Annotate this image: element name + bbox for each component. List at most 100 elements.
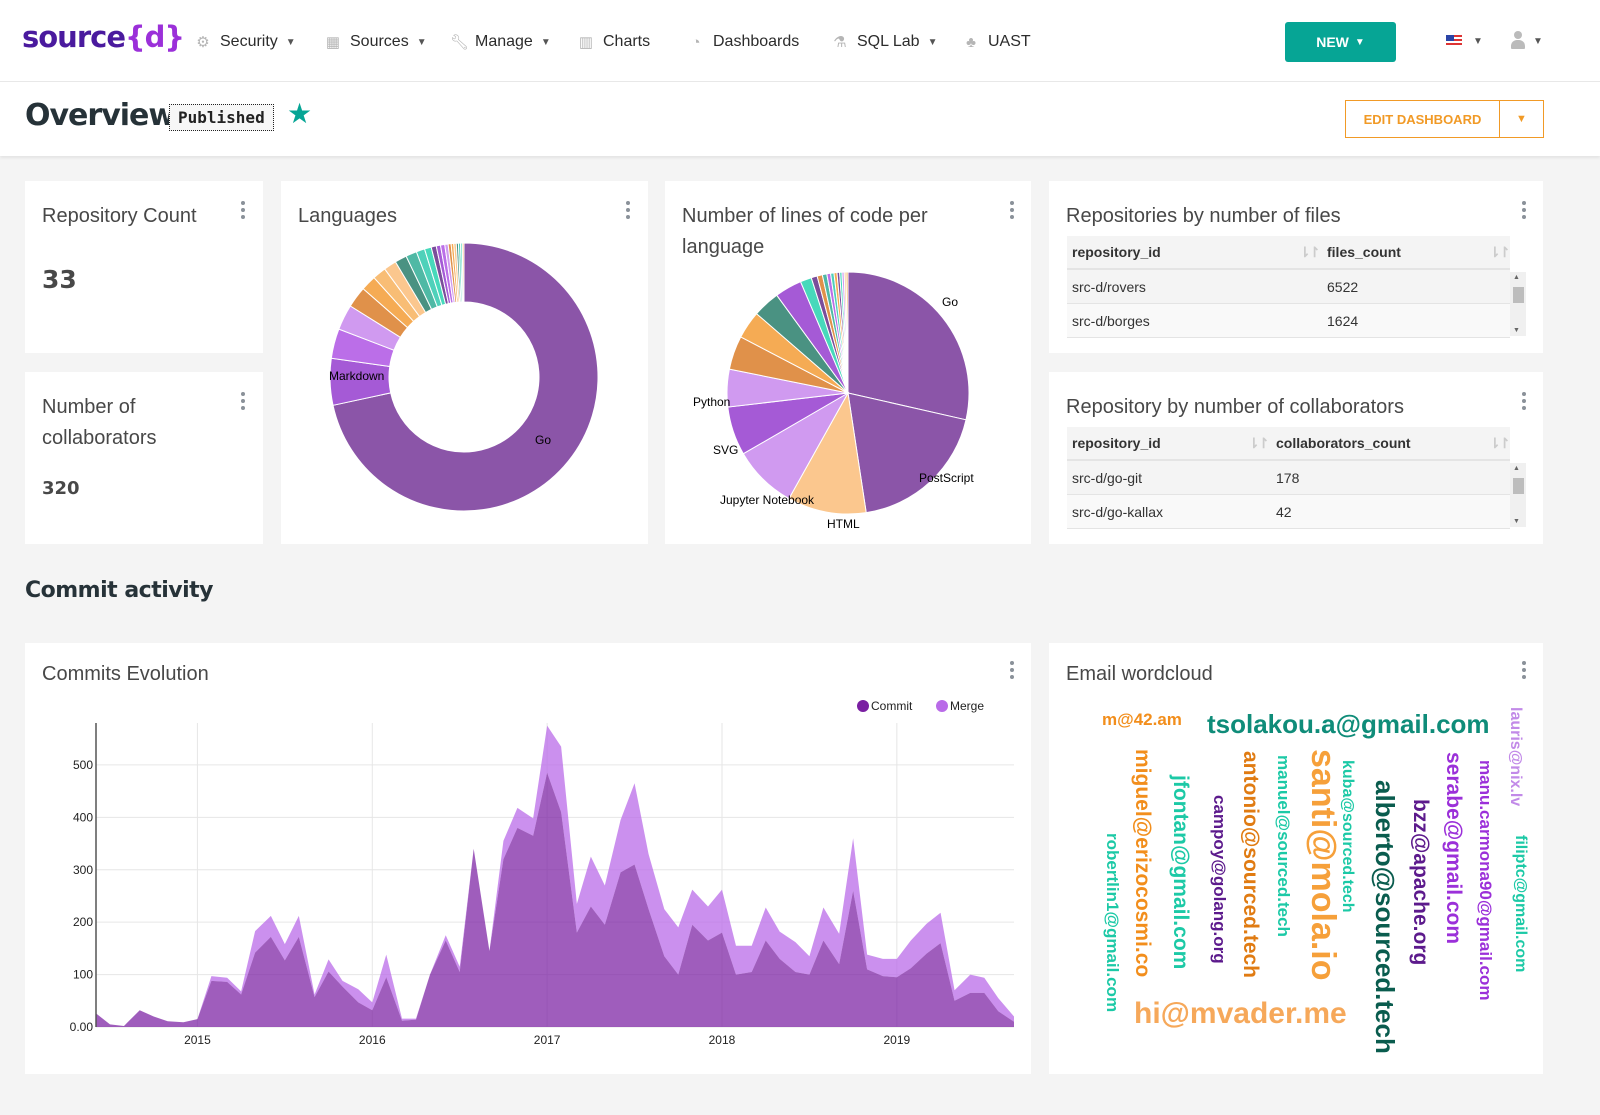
cell-collaborators-count: 42 [1276, 503, 1292, 520]
repos-by-collaborators-card: Repository by number of collaborators re… [1049, 372, 1543, 544]
sort-icon[interactable]: ⇂↾ [1489, 244, 1511, 261]
scroll-up-icon[interactable]: ▲ [1513, 274, 1520, 281]
column-header-files-count[interactable]: files_count [1322, 244, 1510, 260]
new-button-label: NEW [1316, 34, 1349, 50]
cell-repository-id: src-d/rovers [1072, 278, 1146, 295]
card-title: Number of collaborators [42, 392, 157, 454]
sort-icon[interactable]: ⇂↾ [1299, 244, 1321, 261]
nav-manage[interactable]: 🔧︎ Manage ▼ [450, 30, 551, 54]
repos-by-collaborators-table: repository_id ⇂↾ collaborators_count ⇂↾ … [1067, 427, 1511, 529]
wordcloud-word: m@42.am [1102, 710, 1182, 729]
nav-sources[interactable]: ▦ Sources ▼ [325, 30, 427, 54]
wrench-icon: 🔧︎ [450, 34, 470, 51]
table-body: src-d/rovers 6522 src-d/borges 1624 [1067, 270, 1510, 338]
nav-security[interactable]: ⚙ Security ▼ [195, 30, 295, 54]
email-wordcloud: m@42.am tsolakou.a@gmail.com lauris@nix.lv… [1049, 643, 1543, 1074]
collaborators-value: 320 [42, 478, 80, 499]
table-scrollbar[interactable]: ▲ ▼ [1510, 272, 1526, 336]
sort-icon[interactable]: ⇂↾ [1248, 435, 1270, 452]
slice-label-svg: SVG [713, 443, 738, 457]
kebab-menu-icon[interactable] [1519, 201, 1529, 221]
nav-uast-label: UAST [988, 33, 1031, 50]
card-title-line2: collaborators [42, 427, 157, 449]
y-tick-label: 400 [73, 810, 93, 824]
cell-repository-id: src-d/borges [1072, 312, 1150, 329]
dashboard-icon: ◔ [691, 33, 701, 51]
lines-of-code-pie-chart: Go PostScript HTML Jupyter Notebook SVG Pytho… [693, 271, 974, 531]
table-row: src-d/go-git 178 [1067, 461, 1510, 495]
kebab-menu-icon[interactable] [1519, 392, 1529, 412]
column-header-repository-id[interactable]: repository_id [1067, 435, 1271, 451]
scrollbar-thumb[interactable] [1513, 287, 1524, 303]
scroll-down-icon[interactable]: ▼ [1513, 327, 1520, 334]
table-icon: ▦ [325, 34, 341, 51]
scroll-down-icon[interactable]: ▼ [1513, 518, 1520, 525]
scrollbar-thumb[interactable] [1513, 478, 1524, 494]
gears-icon: ⚙ [196, 34, 210, 51]
table-row: src-d/rovers 6522 [1067, 270, 1510, 304]
wordcloud-word: alberto@sourced.tech [1370, 780, 1400, 1054]
wordcloud-word: manu.carmona90@gmail.com [1476, 760, 1495, 1001]
column-header-repository-id[interactable]: repository_id [1067, 244, 1322, 260]
chevron-down-icon: ▼ [540, 36, 551, 48]
legend-label-merge[interactable]: Merge [950, 699, 984, 713]
slice-label-postscript: PostScript [919, 471, 974, 485]
chevron-down-icon: ▼ [1516, 113, 1527, 125]
column-header-collaborators-count[interactable]: collaborators_count [1271, 435, 1510, 451]
card-title: Repository Count [42, 205, 197, 227]
cell-files-count: 1624 [1327, 312, 1359, 329]
y-tick-label: 0.00 [70, 1020, 94, 1034]
edit-dashboard-button[interactable]: EDIT DASHBOARD [1345, 100, 1500, 138]
slice-label-jupyter-notebook: Jupyter Notebook [720, 493, 815, 507]
user-chevron-down-icon[interactable]: ▼ [1533, 36, 1543, 47]
nav-uast[interactable]: ♣ UAST [963, 30, 1031, 54]
logo-brace-letter: d [144, 20, 166, 54]
wordcloud-word: kuba@sourced.tech [1339, 760, 1356, 913]
nav-sources-label: Sources [350, 33, 409, 50]
x-tick-label: 2016 [359, 1033, 386, 1047]
email-wordcloud-card: Email wordcloud m@42.am tsolakou.a@gmail.… [1049, 643, 1543, 1074]
x-tick-label: 2017 [534, 1033, 561, 1047]
wordcloud-word: santi@mola.io [1304, 749, 1342, 981]
cell-collaborators-count: 178 [1276, 469, 1300, 486]
legend-label-commit[interactable]: Commit [871, 699, 913, 713]
x-tick-label: 2018 [709, 1033, 736, 1047]
card-title: Repository by number of collaborators [1066, 396, 1404, 418]
legend-marker-merge[interactable] [936, 700, 948, 712]
wordcloud-word: antonio@sourced.tech [1239, 751, 1262, 979]
favorite-star-icon[interactable]: ★ [287, 100, 312, 128]
wordcloud-word: serabe@gmail.com [1442, 752, 1465, 945]
kebab-menu-icon[interactable] [238, 201, 248, 221]
slice-label-python: Python [693, 395, 730, 409]
nav-charts[interactable]: ▥ Charts [578, 30, 650, 54]
table-scrollbar[interactable]: ▲ ▼ [1510, 463, 1526, 527]
status-badge[interactable]: Published [169, 104, 274, 131]
repos-by-files-table: repository_id ⇂↾ files_count ⇂↾ src-d/ro… [1067, 236, 1511, 338]
page-title: Overview [25, 98, 176, 133]
nav-manage-label: Manage [475, 33, 533, 50]
language-chevron-down-icon[interactable]: ▼ [1473, 36, 1483, 47]
wordcloud-word: bzz@apache.org [1409, 799, 1432, 966]
logo[interactable]: source{d} [22, 20, 185, 54]
us-flag-icon[interactable] [1446, 35, 1462, 47]
edit-dashboard-dropdown-button[interactable]: ▼ [1499, 100, 1544, 138]
pie-slice[interactable] [461, 242, 465, 303]
user-icon[interactable] [1511, 31, 1525, 49]
kebab-menu-icon[interactable] [238, 392, 248, 412]
languages-donut-chart: Go Markdown [329, 242, 599, 512]
card-title-line1: Number of [42, 396, 136, 418]
area-commit[interactable] [96, 772, 1014, 1027]
table-header: repository_id ⇂↾ files_count ⇂↾ [1067, 236, 1511, 270]
nav-charts-label: Charts [603, 33, 651, 50]
y-tick-label: 500 [73, 758, 93, 772]
sort-icon[interactable]: ⇂↾ [1489, 435, 1511, 452]
bar-chart-icon: ▥ [578, 34, 594, 51]
nav-dashboards[interactable]: ◔ Dashboards [688, 30, 799, 54]
new-button[interactable]: NEW ▼ [1285, 22, 1396, 62]
nav-sql-lab[interactable]: ⚗ SQL Lab ▼ [832, 30, 937, 54]
scroll-up-icon[interactable]: ▲ [1513, 465, 1520, 472]
table-row: src-d/borges 1624 [1067, 304, 1510, 338]
x-tick-label: 2015 [184, 1033, 211, 1047]
card-title: Repositories by number of files [1066, 205, 1341, 227]
legend-marker-commit[interactable] [857, 700, 869, 712]
